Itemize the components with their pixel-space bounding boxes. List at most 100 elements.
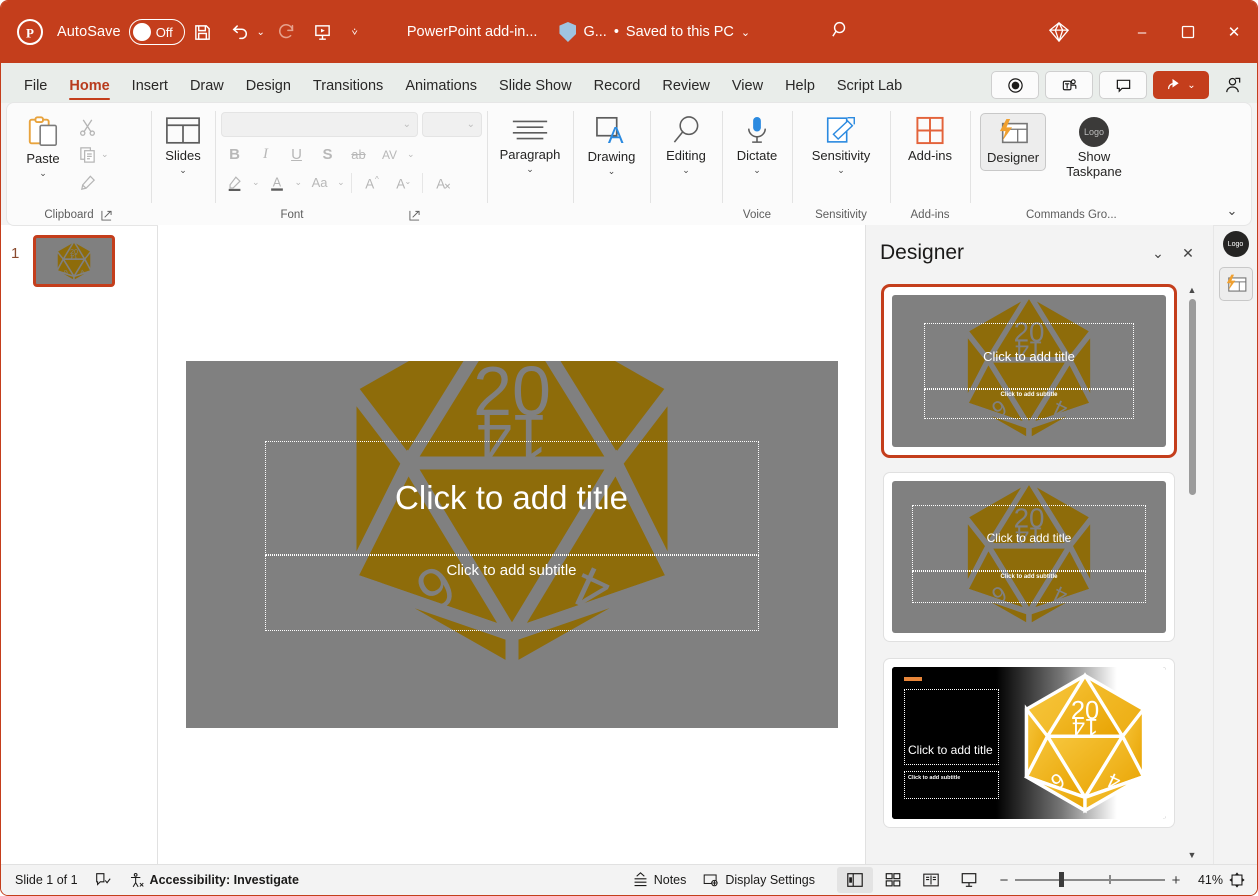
tab-help[interactable]: Help <box>774 78 826 103</box>
tab-script-lab[interactable]: Script Lab <box>826 78 913 103</box>
tab-insert[interactable]: Insert <box>121 78 179 103</box>
customize-quick-access-toolbar-icon[interactable]: ⩒ <box>347 27 363 38</box>
reading-view-icon[interactable] <box>913 867 949 893</box>
slide-sorter-icon[interactable] <box>875 867 911 893</box>
title-placeholder[interactable]: Click to add title <box>264 441 759 555</box>
copilot-icon[interactable] <box>1037 13 1081 51</box>
tab-review[interactable]: Review <box>651 78 721 103</box>
zoom-slider[interactable]: − + <box>993 872 1187 889</box>
slide-thumbnail-1[interactable]: 20 14 6 4 <box>33 235 115 287</box>
drawing-dropdown-caret-icon[interactable]: ⌄ <box>608 166 616 177</box>
paste-dropdown-caret-icon[interactable]: ⌄ <box>39 168 47 179</box>
text-highlight-color-icon[interactable] <box>221 170 248 195</box>
font-color-icon[interactable]: A <box>264 170 291 195</box>
spell-check-icon[interactable] <box>86 868 120 892</box>
add-ins-button[interactable]: Add-ins <box>902 111 958 164</box>
tab-slide-show[interactable]: Slide Show <box>488 78 583 103</box>
comments-button[interactable] <box>1099 71 1147 99</box>
increase-font-size-button[interactable]: A ^ <box>358 170 385 195</box>
bold-button[interactable]: B <box>221 142 248 167</box>
tab-view[interactable]: View <box>721 78 774 103</box>
share-button[interactable]: ⌄ <box>1153 71 1209 99</box>
undo-icon[interactable] <box>222 15 256 49</box>
tab-animations[interactable]: Animations <box>394 78 488 103</box>
font-size-combobox[interactable]: ⌄ <box>422 112 482 137</box>
save-icon[interactable] <box>186 15 220 49</box>
teams-button[interactable] <box>1045 71 1093 99</box>
character-spacing-button[interactable]: AV <box>376 142 403 167</box>
zoom-in-button[interactable]: + <box>1165 872 1187 889</box>
slides-button[interactable]: Slides ⌄ <box>157 111 209 176</box>
search-icon[interactable] <box>830 19 851 45</box>
decrease-font-size-button[interactable]: A ⌄ <box>389 170 416 195</box>
text-shadow-button[interactable]: S <box>314 142 341 167</box>
undo-dropdown-caret[interactable]: ⌄ <box>253 27 269 38</box>
designer-button[interactable]: Designer <box>980 113 1047 171</box>
font-name-combobox[interactable]: ⌄ <box>221 112 418 137</box>
designer-scrollbar-thumb[interactable] <box>1188 299 1196 495</box>
maximize-button[interactable] <box>1165 1 1211 63</box>
design-idea-2[interactable]: 20 14 6 4 Click to add title Click to ad… <box>884 473 1174 641</box>
strikethrough-button[interactable]: ab <box>345 142 372 167</box>
scroll-up-arrow[interactable]: ▲ <box>1188 285 1197 295</box>
sensitivity-dropdown-caret-icon[interactable]: ⌄ <box>837 165 845 176</box>
paragraph-dropdown-caret-icon[interactable]: ⌄ <box>526 164 534 175</box>
format-painter-icon[interactable] <box>73 169 101 195</box>
save-state-label[interactable]: Saved to this PC <box>626 24 734 40</box>
close-icon[interactable]: ✕ <box>1173 238 1203 268</box>
zoom-track[interactable] <box>1015 872 1165 888</box>
designer-button-inner[interactable]: Designer <box>981 114 1045 166</box>
display-settings-button[interactable]: Display Settings <box>694 868 823 892</box>
current-slide[interactable]: 20 14 6 4 Click to add title Click to ad… <box>185 361 838 728</box>
zoom-out-button[interactable]: − <box>993 872 1015 889</box>
close-button[interactable]: ✕ <box>1211 1 1257 63</box>
chevron-down-icon[interactable]: ⌄ <box>1143 238 1173 268</box>
minimize-button[interactable]: – <box>1119 1 1165 63</box>
start-presentation-icon[interactable] <box>306 15 340 49</box>
zoom-thumb[interactable] <box>1059 872 1064 888</box>
editing-button[interactable]: Editing ⌄ <box>660 111 712 176</box>
paste-button[interactable]: Paste ⌄ <box>13 111 73 179</box>
zoom-level-label[interactable]: 41% <box>1187 873 1223 887</box>
slides-dropdown-caret-icon[interactable]: ⌄ <box>179 165 187 176</box>
drawing-button[interactable]: A Drawing ⌄ <box>582 111 642 177</box>
tab-file[interactable]: File <box>13 78 58 103</box>
design-idea-3[interactable]: 20 14 6 4 Click to add title Click to ad… <box>884 659 1174 827</box>
design-idea-1[interactable]: 20 14 6 4 Click to add title Click to ad… <box>884 287 1174 455</box>
tab-transitions[interactable]: Transitions <box>302 78 394 103</box>
rail-logo-icon[interactable]: Logo <box>1222 231 1249 257</box>
subtitle-placeholder[interactable]: Click to add subtitle <box>264 555 759 631</box>
redo-icon[interactable] <box>270 15 304 49</box>
paragraph-button[interactable]: Paragraph ⌄ <box>494 111 567 175</box>
tab-design[interactable]: Design <box>235 78 302 103</box>
tab-record[interactable]: Record <box>583 78 652 103</box>
normal-view-icon[interactable] <box>837 867 873 893</box>
font-dialog-launcher-icon[interactable] <box>408 208 422 222</box>
notes-button[interactable]: Notes <box>624 868 695 892</box>
highlight-caret-icon[interactable]: ⌄ <box>252 177 260 188</box>
font-color-caret-icon[interactable]: ⌄ <box>295 177 303 188</box>
designer-taskpane-icon[interactable] <box>1218 267 1253 301</box>
designer-scrollbar[interactable]: ▲ ▼ <box>1185 285 1199 860</box>
show-taskpane-button[interactable]: Logo Show Taskpane <box>1050 113 1138 180</box>
clipboard-dialog-launcher-icon[interactable] <box>100 208 114 222</box>
save-state-caret-icon[interactable]: ⌄ <box>741 26 750 39</box>
tab-draw[interactable]: Draw <box>179 78 235 103</box>
slide-show-icon[interactable] <box>951 867 987 893</box>
copy-dropdown-caret-icon[interactable]: ⌄ <box>101 149 109 160</box>
tab-home[interactable]: Home <box>58 78 120 103</box>
designer-ideas-list[interactable]: 20 14 6 4 Click to add title Click to ad… <box>866 281 1213 864</box>
italic-button[interactable]: I <box>252 142 279 167</box>
dictate-dropdown-caret-icon[interactable]: ⌄ <box>753 165 761 176</box>
editing-dropdown-caret-icon[interactable]: ⌄ <box>682 165 690 176</box>
ribbon-collapse-icon[interactable]: ⌄ <box>1221 201 1243 221</box>
dictate-button[interactable]: Dictate ⌄ <box>731 111 783 176</box>
character-spacing-caret-icon[interactable]: ⌄ <box>407 149 415 160</box>
record-button[interactable] <box>991 71 1039 99</box>
accessibility-status[interactable]: Accessibility: Investigate <box>120 868 307 892</box>
copy-icon[interactable] <box>73 141 101 167</box>
sensitivity-button[interactable]: Sensitivity ⌄ <box>806 111 877 176</box>
scroll-down-arrow[interactable]: ▼ <box>1188 850 1197 860</box>
underline-button[interactable]: U <box>283 142 310 167</box>
autosave-toggle[interactable]: Off <box>128 19 185 45</box>
